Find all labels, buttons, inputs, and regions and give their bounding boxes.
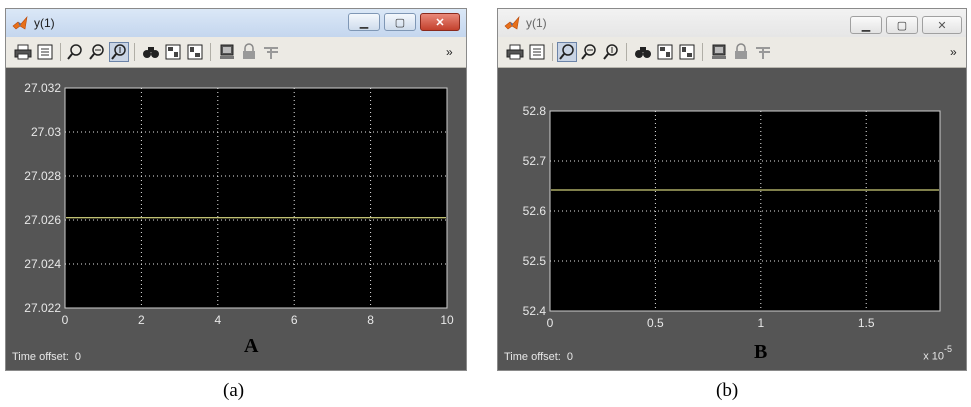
maximize-icon: ▢ xyxy=(394,16,406,29)
find-icon[interactable] xyxy=(634,43,652,61)
y-tick-label: 27.024 xyxy=(24,257,61,271)
x-tick-label: 10 xyxy=(440,313,454,327)
plot-area: 0 0.5 1 1.5 52.4 52.5 52.6 52.7 52.8 Time offset… xyxy=(498,68,966,370)
print-icon[interactable] xyxy=(14,43,32,61)
close-button[interactable]: ✕ xyxy=(420,13,460,31)
maximize-button[interactable]: ▢ xyxy=(384,13,416,31)
find-icon[interactable] xyxy=(142,43,160,61)
x-tick-label: 1 xyxy=(757,316,764,330)
toolbar-separator xyxy=(626,43,627,61)
x-tick-label: 0 xyxy=(62,313,69,327)
lock-icon[interactable] xyxy=(240,43,258,61)
toolbar-separator xyxy=(702,43,703,61)
print-preview-icon[interactable] xyxy=(528,43,546,61)
parameters-icon[interactable] xyxy=(218,43,236,61)
scope-window-b: y(1) ▁ ▢ ✕ » 0 0.5 1 1.5 52.4 52.5 52.6 52.7 52.… xyxy=(497,8,967,371)
y-tick-label: 52.4 xyxy=(523,304,547,318)
window-title: y(1) xyxy=(526,16,547,30)
matlab-logo-icon xyxy=(504,15,520,30)
minimize-button[interactable]: ▁ xyxy=(348,13,380,31)
time-offset-value: 0 xyxy=(74,351,81,363)
y-tick-label: 27.022 xyxy=(24,301,61,315)
zoom-y-icon[interactable] xyxy=(602,43,620,61)
x-tick-label: 0 xyxy=(547,316,554,330)
save-axes-icon[interactable] xyxy=(656,43,674,61)
y-tick-label: 27.03 xyxy=(31,125,61,139)
axes-background xyxy=(64,87,448,309)
x-tick-label: 0.5 xyxy=(647,316,664,330)
toolbar-chevron-icon[interactable]: » xyxy=(446,45,453,59)
x-axis-multiplier: x 10-5 xyxy=(923,344,952,363)
minimize-icon: ▁ xyxy=(359,16,369,29)
toolbar: » xyxy=(498,37,966,68)
panel-letter: A xyxy=(244,335,259,357)
time-offset-readout: Time offset: 0 xyxy=(504,351,573,363)
x-tick-label: 8 xyxy=(367,313,374,327)
toolbar-separator xyxy=(552,43,553,61)
scope-plot-b: 0 0.5 1 1.5 52.4 52.5 52.6 52.7 52.8 xyxy=(523,104,941,330)
time-offset-label: Time offset: xyxy=(12,351,69,363)
multiplier-base: x 10 xyxy=(923,351,944,363)
y-tick-label: 52.8 xyxy=(523,104,547,118)
y-tick-label: 27.028 xyxy=(24,169,61,183)
plot-area: 0 2 4 6 8 10 27.022 27.024 27.026 27.028 27.03 27.0… xyxy=(6,68,466,370)
x-tick-label: 1.5 xyxy=(858,316,875,330)
zoom-x-icon[interactable] xyxy=(88,43,106,61)
maximize-icon: ▢ xyxy=(896,19,908,32)
time-offset-label: Time offset: xyxy=(504,351,561,363)
lock-icon[interactable] xyxy=(732,43,750,61)
y-tick-label: 52.6 xyxy=(523,204,547,218)
toolbar-chevron-icon[interactable]: » xyxy=(950,45,957,59)
y-tick-label: 27.032 xyxy=(24,81,61,95)
axes-background xyxy=(549,110,941,312)
time-offset-readout: Time offset: 0 xyxy=(12,351,81,363)
zoom-in-icon[interactable] xyxy=(66,43,84,61)
title-bar[interactable]: y(1) ▁ ▢ ✕ xyxy=(6,9,466,37)
zoom-in-icon[interactable] xyxy=(557,42,577,62)
window-title: y(1) xyxy=(34,16,55,30)
x-tick-label: 4 xyxy=(214,313,221,327)
zoom-y-icon[interactable] xyxy=(109,42,129,62)
time-offset-value: 0 xyxy=(566,351,573,363)
toolbar-separator xyxy=(134,43,135,61)
scope-plot-a: 0 2 4 6 8 10 27.022 27.024 27.026 27.028 27.03 27.0… xyxy=(24,81,454,327)
close-icon: ✕ xyxy=(435,16,445,29)
toolbar-separator xyxy=(60,43,61,61)
close-icon: ✕ xyxy=(937,19,947,32)
restore-axes-icon[interactable] xyxy=(186,43,204,61)
toolbar-separator xyxy=(210,43,211,61)
minimize-button[interactable]: ▁ xyxy=(850,16,882,34)
multiplier-exponent: -5 xyxy=(943,344,952,355)
minimize-icon: ▁ xyxy=(861,19,871,32)
close-button[interactable]: ✕ xyxy=(922,16,962,34)
signal-selection-icon[interactable] xyxy=(262,43,280,61)
zoom-x-icon[interactable] xyxy=(580,43,598,61)
y-tick-label: 52.5 xyxy=(523,254,547,268)
x-tick-label: 6 xyxy=(291,313,298,327)
save-axes-icon[interactable] xyxy=(164,43,182,61)
panel-letter: B xyxy=(754,341,768,363)
figure-caption: (b) xyxy=(716,380,739,401)
parameters-icon[interactable] xyxy=(710,43,728,61)
matlab-logo-icon xyxy=(12,15,28,30)
x-tick-label: 2 xyxy=(138,313,145,327)
signal-selection-icon[interactable] xyxy=(754,43,772,61)
restore-axes-icon[interactable] xyxy=(678,43,696,61)
toolbar: » xyxy=(6,37,466,68)
maximize-button[interactable]: ▢ xyxy=(886,16,918,34)
print-preview-icon[interactable] xyxy=(36,43,54,61)
y-tick-label: 27.026 xyxy=(24,213,61,227)
print-icon[interactable] xyxy=(506,43,524,61)
scope-window-a: y(1) ▁ ▢ ✕ » 0 2 4 6 8 10 27.022 27.024 27.026 27… xyxy=(5,8,467,371)
y-tick-label: 52.7 xyxy=(523,154,547,168)
figure-caption: (a) xyxy=(223,380,245,401)
title-bar[interactable]: y(1) ▁ ▢ ✕ xyxy=(498,9,966,37)
